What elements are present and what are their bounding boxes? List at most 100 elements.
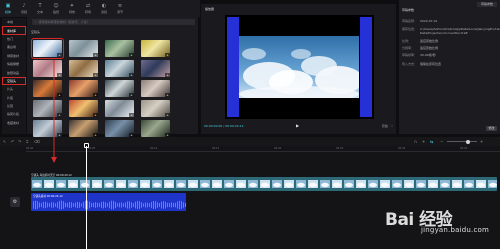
material-thumbnail[interactable]: + — [141, 40, 170, 57]
prop-row: 导入方式： 保留在原有位置 — [402, 62, 497, 66]
player-panel: 播放器 00:00:00:00 / 00:00:24:12 ▶ 原始 ⛶ — [201, 4, 396, 134]
add-icon[interactable]: + — [57, 73, 62, 77]
tick-label: 00:00 — [26, 147, 34, 150]
tool-label: 特效 — [68, 9, 75, 14]
material-thumbnail[interactable]: + — [69, 40, 98, 57]
material-thumbnail[interactable]: + — [141, 100, 170, 117]
tool-transition[interactable]: ⇄ 转场 — [80, 0, 96, 17]
material-thumbnail[interactable]: + — [31, 38, 64, 59]
material-thumbnail[interactable]: + — [33, 80, 62, 97]
select-cursor-icon[interactable]: ↖ — [3, 139, 6, 144]
tool-label: 文本 — [36, 9, 43, 14]
sidebar-item[interactable]: 片头 — [2, 85, 26, 93]
material-thumbnail[interactable]: + — [141, 120, 170, 137]
prop-key: 分辨率： — [402, 46, 415, 50]
sidebar-item[interactable]: 故障动画 — [2, 68, 26, 76]
prop-key: 保存位置： — [402, 27, 418, 31]
material-thumbnail[interactable]: + — [141, 60, 170, 77]
material-thumbnail[interactable]: + — [105, 80, 134, 97]
tool-effects[interactable]: ✦ 特效 — [64, 0, 80, 17]
sidebar-item[interactable]: 绿幕素材 — [2, 52, 26, 60]
delete-icon[interactable]: ⌫ — [34, 139, 40, 144]
sidebar-item[interactable]: 收藏素材 — [2, 119, 26, 127]
sidebar-item[interactable]: 热门 — [2, 35, 26, 43]
split-icon[interactable]: ⌶ — [26, 139, 28, 144]
tool-text[interactable]: T 文本 — [32, 0, 48, 17]
material-thumbnail[interactable]: + — [105, 120, 134, 137]
add-icon[interactable]: + — [165, 113, 170, 117]
zoom-slider[interactable] — [447, 141, 477, 142]
modify-button[interactable]: 修改 — [486, 126, 497, 131]
material-thumbnail[interactable]: + — [105, 60, 134, 77]
add-icon[interactable]: + — [93, 113, 98, 117]
magnet-icon[interactable]: ∩ — [414, 139, 417, 144]
sidebar-item[interactable]: 空镜头 — [2, 76, 26, 86]
sidebar-item[interactable]: 素材库 — [2, 26, 26, 35]
add-icon[interactable]: + — [57, 113, 62, 117]
zoom-in-icon[interactable]: + — [480, 139, 483, 144]
undo-icon[interactable]: ↶ — [11, 139, 14, 144]
preview-axis-icon[interactable]: ⇆ — [430, 139, 433, 144]
add-icon[interactable]: + — [165, 73, 170, 77]
right-blue-border — [360, 17, 372, 117]
props-title: 草稿参数 — [402, 8, 415, 12]
sidebar-item[interactable]: 搞笑片段 — [2, 110, 26, 118]
tool-media[interactable]: ▣ 媒体 — [0, 0, 16, 17]
add-icon[interactable]: + — [129, 73, 134, 77]
link-icon[interactable]: ⚭ — [422, 139, 425, 144]
sidebar-item[interactable]: 片尾 — [2, 94, 26, 102]
sidebar-item[interactable]: 情绪爆梗 — [2, 60, 26, 68]
player-tools: 原始 ⛶ — [382, 124, 393, 128]
sidebar-item[interactable]: 黑白场 — [2, 43, 26, 51]
zoom-out-icon[interactable]: − — [440, 139, 443, 144]
redo-icon[interactable]: ↷ — [18, 139, 21, 144]
playhead[interactable] — [86, 146, 87, 249]
add-icon[interactable]: + — [93, 53, 98, 57]
tool-sticker[interactable]: ☺ 贴纸 — [48, 0, 64, 17]
track-settings-gear-icon[interactable]: ⚙ — [10, 197, 20, 207]
video-clip[interactable] — [31, 177, 497, 191]
add-icon[interactable]: + — [129, 113, 134, 117]
material-thumbnail[interactable]: + — [69, 60, 98, 77]
properties-panel: 草稿参数 草稿参数 草稿名称： 2020-07-01 保存位置： C:/Users/A… — [399, 0, 500, 134]
material-search-input[interactable]: ⌕ 搜索素材库里的素材（如春天、人生） — [32, 19, 195, 25]
material-thumbnail[interactable]: + — [33, 60, 62, 77]
add-icon[interactable]: + — [57, 53, 62, 57]
adjust-icon: ≡ — [117, 2, 123, 9]
add-icon[interactable]: + — [93, 93, 98, 97]
material-thumbnail[interactable]: + — [105, 100, 134, 117]
material-thumbnail[interactable]: + — [33, 100, 62, 117]
material-thumbnail[interactable]: + — [141, 80, 170, 97]
add-icon[interactable]: + — [93, 73, 98, 77]
media-browser: ⌕ 搜索素材库里的素材（如春天、人生） 空镜头 + + + + + + + + + + + + + + + +… — [27, 17, 198, 137]
add-icon[interactable]: + — [57, 93, 62, 97]
tick-label: 00:05 — [88, 147, 96, 150]
material-thumbnail[interactable]: + — [105, 40, 134, 57]
transition-icon: ⇄ — [85, 2, 91, 9]
tool-filter[interactable]: ◐ 滤镜 — [96, 0, 112, 17]
add-icon[interactable]: + — [165, 93, 170, 97]
tool-adjust[interactable]: ≡ 调节 — [112, 0, 128, 17]
prop-row: 比例： 适应原始比例 — [402, 39, 497, 43]
text-icon: T — [38, 2, 42, 9]
material-thumbnail[interactable]: + — [69, 100, 98, 117]
zoom-slider-knob[interactable] — [466, 139, 470, 144]
ratio-select[interactable]: 原始 — [382, 124, 388, 128]
sidebar-item[interactable]: 本地 — [2, 18, 26, 26]
tool-audio[interactable]: ♪ 音频 — [16, 0, 32, 17]
props-badge[interactable]: 草稿参数 — [477, 2, 497, 7]
material-thumbnail[interactable]: + — [69, 80, 98, 97]
add-icon[interactable]: + — [129, 93, 134, 97]
media-icon: ▣ — [5, 2, 11, 9]
material-thumbnail[interactable]: + — [33, 120, 62, 137]
add-icon[interactable]: + — [165, 53, 170, 57]
material-thumbnail[interactable]: + — [69, 120, 98, 137]
sidebar-item[interactable]: 氛围 — [2, 102, 26, 110]
add-icon[interactable]: + — [129, 53, 134, 57]
fullscreen-icon[interactable]: ⛶ — [391, 124, 393, 128]
play-button[interactable]: ▶ — [296, 123, 299, 128]
prop-key: 草稿名称： — [402, 19, 418, 23]
prop-value: 30.00帧/秒 — [420, 53, 436, 57]
prop-value: 适应原始比例 — [420, 39, 439, 43]
prop-row: 草稿帧率： 30.00帧/秒 — [402, 53, 497, 57]
